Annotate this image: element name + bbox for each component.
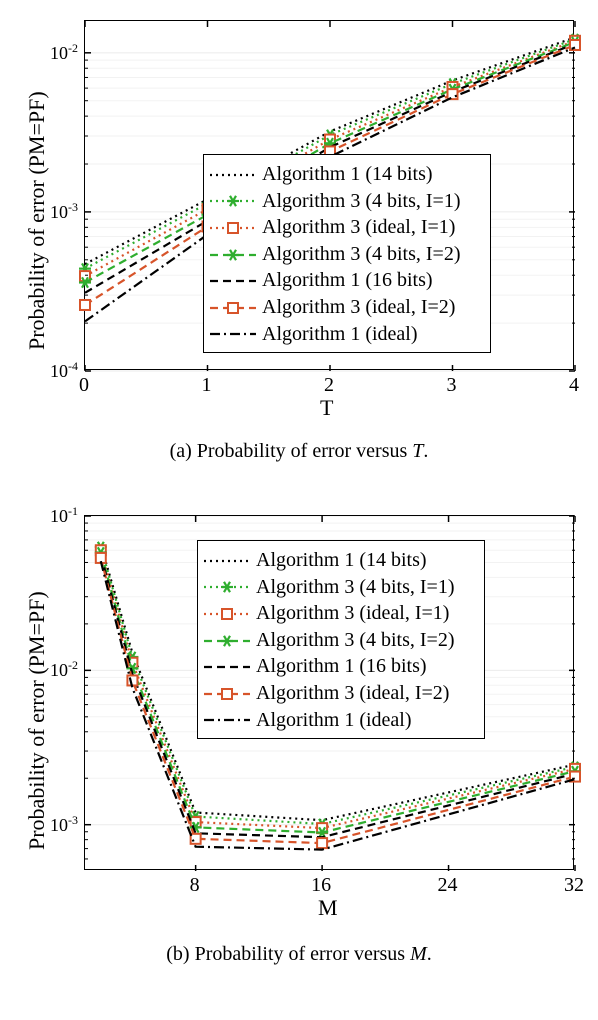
legend-row-alg1_ideal: Algorithm 1 (ideal) xyxy=(204,708,476,734)
chart-a-legend: Algorithm 1 (14 bits) Algorithm 3 (4 bit… xyxy=(203,154,491,353)
chart-b-legend: Algorithm 1 (14 bits) Algorithm 3 (4 bit… xyxy=(197,540,485,739)
chart-a-caption-prefix: (a) Probability of error versus xyxy=(170,440,413,462)
chart-b-caption-var: M xyxy=(410,943,427,965)
legend-row-alg1_16: Algorithm 1 (16 bits) xyxy=(204,654,476,680)
legend-label-alg1_ideal: Algorithm 1 (ideal) xyxy=(262,322,418,348)
legend-label-alg3_4_I1: Algorithm 3 (4 bits, I=1) xyxy=(256,575,455,601)
chart-a-caption-suffix: . xyxy=(423,440,428,462)
chart-b-block: Probability of error (PM=PF) Algorithm 1… xyxy=(0,495,598,1020)
legend-sample-alg3_ideal_I1 xyxy=(210,219,256,237)
legend-label-alg3_4_I2: Algorithm 3 (4 bits, I=2) xyxy=(262,242,461,268)
legend-label-alg1_14: Algorithm 1 (14 bits) xyxy=(256,548,427,574)
legend-sample-alg1_16 xyxy=(210,272,256,290)
chart-a-xtick: 0 xyxy=(68,374,100,397)
legend-row-alg1_16: Algorithm 1 (16 bits) xyxy=(210,268,482,294)
chart-b-ytick: 10-2 xyxy=(32,658,78,681)
legend-sample-alg3_4_I1 xyxy=(210,192,256,210)
chart-b-ytick: 10-3 xyxy=(32,813,78,836)
chart-b-xlabel: M xyxy=(318,895,338,921)
chart-a-ytick: 10-2 xyxy=(32,41,78,64)
legend-row-alg3_ideal_I1: Algorithm 3 (ideal, I=1) xyxy=(210,215,482,241)
chart-a-xtick: 2 xyxy=(313,374,345,397)
legend-sample-alg1_ideal xyxy=(210,325,256,343)
legend-sample-alg3_4_I2 xyxy=(204,632,250,650)
chart-a-block: Probability of error (PM=PF) Algorithm 1… xyxy=(0,0,598,490)
chart-a-caption-var: T xyxy=(412,440,423,462)
legend-sample-alg1_14 xyxy=(204,552,250,570)
chart-a-xtick: 4 xyxy=(558,374,590,397)
chart-b-caption-prefix: (b) Probability of error versus xyxy=(166,943,410,965)
legend-row-alg3_4_I2: Algorithm 3 (4 bits, I=2) xyxy=(204,628,476,654)
chart-b-caption: (b) Probability of error versus M. xyxy=(0,943,598,966)
legend-label-alg3_ideal_I1: Algorithm 3 (ideal, I=1) xyxy=(262,215,455,241)
legend-row-alg3_ideal_I2: Algorithm 3 (ideal, I=2) xyxy=(210,295,482,321)
chart-b-xtick: 24 xyxy=(432,874,464,897)
legend-row-alg3_ideal_I2: Algorithm 3 (ideal, I=2) xyxy=(204,681,476,707)
chart-b-plot-area: Algorithm 1 (14 bits) Algorithm 3 (4 bit… xyxy=(84,515,574,870)
legend-row-alg3_4_I2: Algorithm 3 (4 bits, I=2) xyxy=(210,242,482,268)
legend-row-alg1_ideal: Algorithm 1 (ideal) xyxy=(210,322,482,348)
chart-b-ytick: 10-1 xyxy=(32,504,78,527)
chart-a-ytick: 10-3 xyxy=(32,200,78,223)
legend-label-alg3_4_I1: Algorithm 3 (4 bits, I=1) xyxy=(262,189,461,215)
legend-label-alg3_ideal_I2: Algorithm 3 (ideal, I=2) xyxy=(262,295,455,321)
legend-sample-alg1_14 xyxy=(210,166,256,184)
legend-label-alg3_ideal_I1: Algorithm 3 (ideal, I=1) xyxy=(256,601,449,627)
legend-row-alg3_4_I1: Algorithm 3 (4 bits, I=1) xyxy=(204,575,476,601)
chart-b-ylabel: Probability of error (PM=PF) xyxy=(24,591,50,850)
legend-label-alg1_16: Algorithm 1 (16 bits) xyxy=(262,268,433,294)
chart-a-caption: (a) Probability of error versus T. xyxy=(0,440,598,463)
chart-a-plot-area: Algorithm 1 (14 bits) Algorithm 3 (4 bit… xyxy=(84,20,574,370)
legend-row-alg1_14: Algorithm 1 (14 bits) xyxy=(210,162,482,188)
legend-row-alg3_ideal_I1: Algorithm 3 (ideal, I=1) xyxy=(204,601,476,627)
legend-sample-alg1_ideal xyxy=(204,711,250,729)
legend-row-alg1_14: Algorithm 1 (14 bits) xyxy=(204,548,476,574)
chart-a-xtick: 3 xyxy=(436,374,468,397)
legend-sample-alg3_4_I2 xyxy=(210,246,256,264)
legend-label-alg1_ideal: Algorithm 1 (ideal) xyxy=(256,708,412,734)
legend-label-alg3_4_I2: Algorithm 3 (4 bits, I=2) xyxy=(256,628,455,654)
chart-b-xtick: 8 xyxy=(179,874,211,897)
chart-a-xtick: 1 xyxy=(191,374,223,397)
chart-a-xlabel: T xyxy=(320,395,333,421)
legend-sample-alg3_ideal_I2 xyxy=(210,299,256,317)
chart-b-xtick: 32 xyxy=(558,874,590,897)
legend-row-alg3_4_I1: Algorithm 3 (4 bits, I=1) xyxy=(210,189,482,215)
legend-sample-alg3_4_I1 xyxy=(204,578,250,596)
legend-sample-alg1_16 xyxy=(204,658,250,676)
legend-label-alg1_16: Algorithm 1 (16 bits) xyxy=(256,654,427,680)
legend-sample-alg3_ideal_I1 xyxy=(204,605,250,623)
legend-sample-alg3_ideal_I2 xyxy=(204,685,250,703)
chart-b-xtick: 16 xyxy=(305,874,337,897)
legend-label-alg3_ideal_I2: Algorithm 3 (ideal, I=2) xyxy=(256,681,449,707)
legend-label-alg1_14: Algorithm 1 (14 bits) xyxy=(262,162,433,188)
chart-b-caption-suffix: . xyxy=(427,943,432,965)
